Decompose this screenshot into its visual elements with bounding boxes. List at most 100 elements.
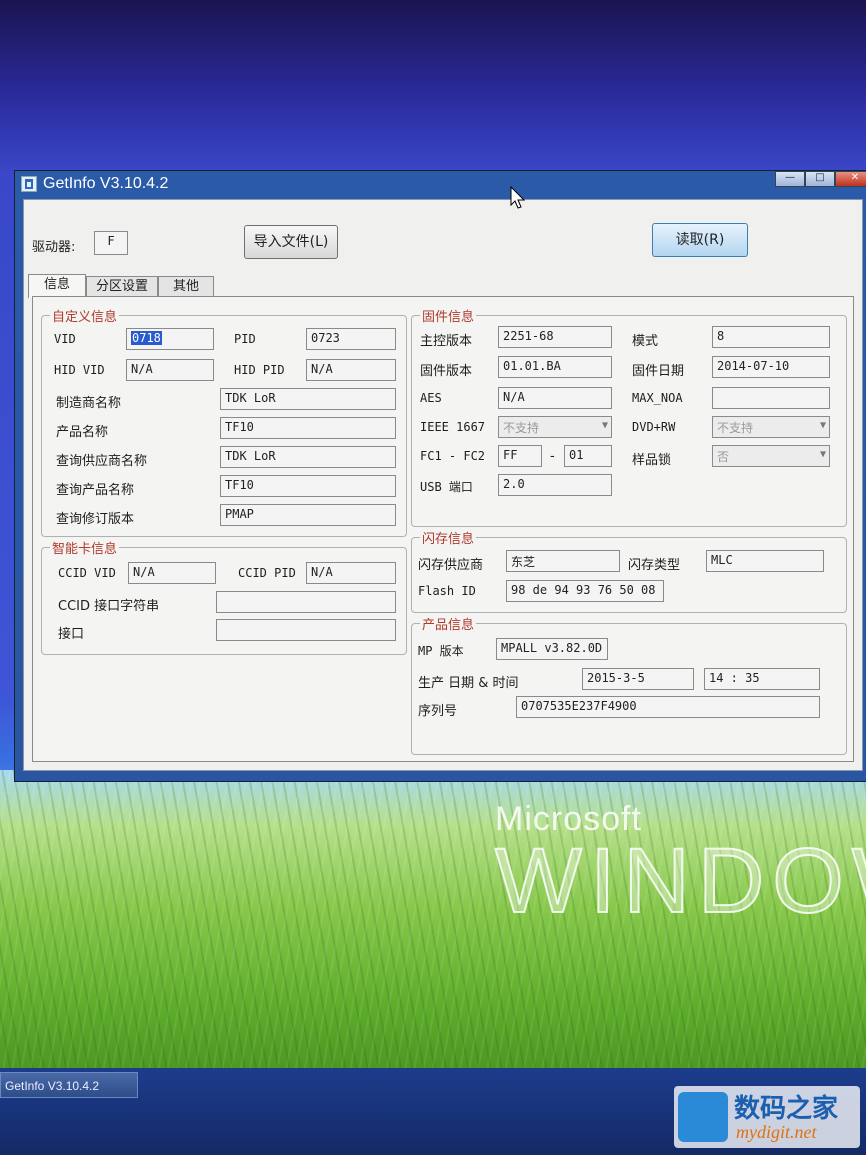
dvdrw-value: 不支持: [717, 421, 754, 435]
flash-vendor-field[interactable]: 东芝: [506, 550, 620, 572]
tab-info[interactable]: 信息: [28, 274, 86, 298]
flash-title: 闪存信息: [420, 528, 477, 547]
ieee1667-value: 不支持: [503, 421, 540, 435]
flash-id-label: Flash ID: [418, 584, 476, 598]
minimize-button[interactable]: —: [775, 171, 805, 187]
fc-label: FC1 - FC2: [420, 449, 486, 463]
drive-field[interactable]: F: [94, 231, 128, 255]
hid-vid-field[interactable]: N/A: [126, 359, 214, 381]
fc1-field[interactable]: FF: [498, 445, 542, 467]
production-time-field[interactable]: 14 : 35: [704, 668, 820, 690]
sample-lock-label: 样品锁: [632, 453, 672, 468]
mode-field[interactable]: 8: [712, 326, 830, 348]
vid-label: VID: [54, 332, 76, 346]
query-product-label: 查询产品名称: [56, 483, 135, 498]
smart-card-group: 智能卡信息 CCID VID N/A CCID PID N/A CCID 接口字…: [41, 538, 407, 655]
production-date-label: 生产 日期 & 时间: [418, 676, 519, 691]
window-title: GetInfo V3.10.4.2: [43, 175, 169, 192]
product-name-field[interactable]: TF10: [220, 417, 396, 439]
chevron-down-icon: ▼: [819, 449, 826, 460]
watermark-cn-text: 数码之家: [734, 1094, 839, 1124]
ieee1667-label: IEEE 1667: [420, 420, 486, 434]
ccid-vid-label: CCID VID: [58, 566, 116, 580]
tab-other[interactable]: 其他: [158, 276, 214, 298]
mouse-cursor-icon: [510, 186, 526, 209]
windows-text: WINDOW: [494, 830, 866, 932]
product-name-label: 产品名称: [56, 425, 109, 440]
watermark: 数码之家 mydigit.net: [674, 1086, 860, 1148]
firmware-group: 固件信息 主控版本 2251-68 模式 8 固件版本 01.01.BA 固件日…: [411, 306, 847, 527]
app-icon: [21, 176, 37, 192]
taskbar-getinfo-button[interactable]: GetInfo V3.10.4.2: [0, 1072, 138, 1098]
serial-number-field[interactable]: 0707535E237F4900: [516, 696, 820, 718]
query-revision-field[interactable]: PMAP: [220, 504, 396, 526]
ccid-vid-field[interactable]: N/A: [128, 562, 216, 584]
production-date-field[interactable]: 2015-3-5: [582, 668, 694, 690]
dvdrw-label: DVD+RW: [632, 420, 676, 434]
mp-version-label: MP 版本: [418, 644, 464, 658]
import-file-button[interactable]: 导入文件(L): [244, 225, 338, 259]
pid-field[interactable]: 0723: [306, 328, 396, 350]
manufacturer-field[interactable]: TDK LoR: [220, 388, 396, 410]
pid-label: PID: [234, 332, 256, 346]
vid-value: 0718: [131, 331, 162, 345]
maximize-button[interactable]: □: [805, 171, 835, 187]
window-client-area: 驱动器: F 导入文件(L) 读取(R) 信息 分区设置 其他 自定义信息 VI…: [23, 199, 863, 771]
usb-port-label: USB 端口: [420, 480, 473, 494]
flash-type-label: 闪存类型: [628, 558, 681, 573]
tab-partition-settings[interactable]: 分区设置: [86, 276, 158, 298]
flash-id-field[interactable]: 98 de 94 93 76 50 08: [506, 580, 664, 602]
custom-info-title: 自定义信息: [50, 306, 120, 325]
usb-port-field[interactable]: 2.0: [498, 474, 612, 496]
mode-label: 模式: [632, 334, 659, 349]
max-noa-field[interactable]: [712, 387, 830, 409]
flash-type-field[interactable]: MLC: [706, 550, 824, 572]
watermark-logo-icon: [678, 1092, 728, 1142]
controller-version-field[interactable]: 2251-68: [498, 326, 612, 348]
fc-dash: -: [550, 449, 555, 464]
query-vendor-label: 查询供应商名称: [56, 454, 148, 469]
interface-field[interactable]: [216, 619, 396, 641]
flash-group: 闪存信息 闪存供应商 东芝 闪存类型 MLC Flash ID 98 de 94…: [411, 528, 847, 613]
vid-field[interactable]: 0718: [126, 328, 214, 350]
mp-version-field[interactable]: MPALL v3.82.0D: [496, 638, 608, 660]
product-title: 产品信息: [420, 614, 477, 633]
flash-vendor-label: 闪存供应商: [418, 558, 484, 573]
watermark-url: mydigit.net: [736, 1122, 817, 1142]
fc2-field[interactable]: 01: [564, 445, 612, 467]
ieee1667-select[interactable]: 不支持 ▼: [498, 416, 612, 438]
ccid-pid-label: CCID PID: [238, 566, 296, 580]
interface-label: 接口: [58, 627, 85, 642]
custom-info-group: 自定义信息 VID 0718 PID 0723 HID VID N/A HID …: [41, 306, 407, 537]
drive-label: 驱动器:: [32, 240, 76, 255]
sample-lock-value: 否: [717, 450, 730, 464]
close-button[interactable]: ✕: [835, 171, 866, 187]
info-tab-panel: 自定义信息 VID 0718 PID 0723 HID VID N/A HID …: [32, 296, 854, 762]
hid-pid-field[interactable]: N/A: [306, 359, 396, 381]
read-button[interactable]: 读取(R): [652, 223, 748, 257]
title-bar[interactable]: GetInfo V3.10.4.2 — □ ✕: [15, 171, 866, 199]
hid-pid-label: HID PID: [234, 363, 285, 377]
sample-lock-select[interactable]: 否 ▼: [712, 445, 830, 467]
controller-version-label: 主控版本: [420, 334, 473, 349]
getinfo-window: GetInfo V3.10.4.2 — □ ✕ 驱动器: F 导入文件(L) 读…: [14, 170, 866, 782]
firmware-title: 固件信息: [420, 306, 477, 325]
firmware-date-field[interactable]: 2014-07-10: [712, 356, 830, 378]
ccid-pid-field[interactable]: N/A: [306, 562, 396, 584]
firmware-date-label: 固件日期: [632, 364, 685, 379]
ccid-string-label: CCID 接口字符串: [58, 599, 160, 614]
product-group: 产品信息 MP 版本 MPALL v3.82.0D 生产 日期 & 时间 201…: [411, 614, 847, 755]
firmware-version-field[interactable]: 01.01.BA: [498, 356, 612, 378]
aes-field[interactable]: N/A: [498, 387, 612, 409]
dvdrw-select[interactable]: 不支持 ▼: [712, 416, 830, 438]
chevron-down-icon: ▼: [819, 420, 826, 431]
query-vendor-field[interactable]: TDK LoR: [220, 446, 396, 468]
chevron-down-icon: ▼: [601, 420, 608, 431]
hid-vid-label: HID VID: [54, 363, 105, 377]
query-product-field[interactable]: TF10: [220, 475, 396, 497]
manufacturer-label: 制造商名称: [56, 396, 122, 411]
serial-number-label: 序列号: [418, 704, 458, 719]
aes-label: AES: [420, 391, 442, 405]
max-noa-label: MAX_NOA: [632, 391, 683, 405]
ccid-string-field[interactable]: [216, 591, 396, 613]
